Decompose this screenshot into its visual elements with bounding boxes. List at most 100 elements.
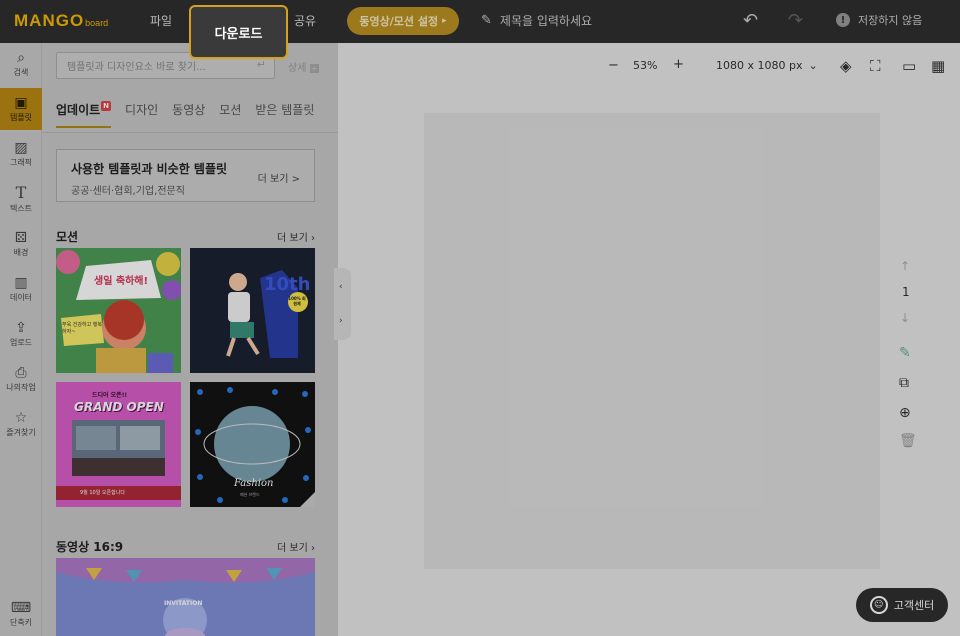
customer-center-button[interactable]: ☺ 고객센터 (856, 588, 948, 622)
panel-tabs: 업데이트 N 디자인 동영상 모션 받은 템플릿 (56, 101, 314, 128)
tab-design[interactable]: 디자인 (125, 101, 158, 128)
background-icon: ⚄ (14, 229, 28, 246)
fit-icon[interactable]: ▭ (902, 57, 916, 75)
thumb-grand-open-text: GRAND OPEN (74, 400, 164, 414)
upload-icon: ⇪ (15, 319, 27, 336)
rail-favorites[interactable]: ☆ 즐겨찾기 (0, 403, 42, 445)
title-input[interactable]: ✎ 제목을 입력하세요 (481, 12, 592, 29)
template-thumb-10th[interactable]: 10th 100% 회원제 (190, 248, 315, 373)
top-bar: MANGO board 파일 공유 동영상/모션 설정 ▸ ✎ 제목을 입력하세… (0, 0, 960, 43)
chevron-right-icon: › (311, 543, 315, 554)
chevron-right-icon: › (311, 233, 315, 244)
template-thumb-grand-open[interactable]: 드디어 오픈!! GRAND OPEN 9월 10일 오픈합니다 (56, 382, 181, 507)
thumb-fashion-sub: 패션 브랜드 (240, 492, 260, 497)
tab-divider (42, 132, 338, 133)
text-icon: T (15, 182, 27, 202)
thumb-grand-open-top: 드디어 오픈!! (92, 392, 128, 399)
motion-settings-button[interactable]: 동영상/모션 설정 ▸ (347, 7, 459, 35)
tab-received[interactable]: 받은 템플릿 (255, 101, 314, 128)
zoom-level[interactable]: 53% (633, 59, 657, 72)
save-status-label: 저장하지 않음 (858, 14, 923, 27)
more-link-video[interactable]: 더 보기 › (277, 539, 315, 554)
trash-icon[interactable]: 🗑 (899, 433, 917, 449)
star-icon: ☆ (14, 409, 28, 426)
anniversary-illustration (190, 248, 315, 373)
logo[interactable]: MANGO board (14, 11, 108, 31)
rail-label: 업로드 (9, 337, 33, 347)
magic-wand-icon[interactable]: ✎ (899, 345, 911, 361)
rail-label: 템플릿 (9, 112, 33, 122)
more-label: 더 보기 (277, 543, 308, 554)
detail-search-button[interactable]: 상세 + (288, 59, 319, 74)
rail-label: 텍스트 (9, 203, 33, 213)
page-up-icon[interactable]: ↑ (900, 259, 910, 273)
rail-text[interactable]: T 텍스트 (0, 178, 42, 220)
thumb-birthday-text: 생일 축하해! (94, 276, 149, 287)
grid-icon[interactable]: ▦ (931, 57, 945, 75)
rail-upload[interactable]: ⇪ 업로드 (0, 313, 42, 355)
rail-search[interactable]: ⌕ 검색 (0, 43, 42, 85)
template-thumb-birthday[interactable]: 생일 축하해! 쭈욱 건강하고 행복하자~ (56, 248, 181, 373)
logo-main: MANGO (14, 11, 85, 30)
birthday-illustration (56, 248, 181, 373)
thumb-birthday-sub: 쭈욱 건강하고 행복하자~ (62, 322, 102, 335)
thumb-fashion-text: Fashion (234, 478, 274, 489)
folder-icon: ⎙ (15, 364, 27, 381)
size-value: 1080 x 1080 px (716, 59, 803, 72)
add-page-icon[interactable]: ⊕ (899, 405, 911, 421)
page-down-icon[interactable]: ↓ (900, 311, 910, 325)
file-menu[interactable]: 파일 (150, 12, 172, 29)
template-thumb-invitation[interactable]: INVITATION (56, 558, 315, 636)
size-select[interactable]: 1080 x 1080 px ⌄ (716, 59, 818, 72)
pencil-icon: ✎ (481, 13, 492, 28)
template-thumb-fashion[interactable]: Fashion 패션 브랜드 (190, 382, 315, 507)
rail-shortcuts[interactable]: ⌨ 단축키 (0, 593, 42, 635)
rail-label: 단축키 (9, 617, 33, 627)
rail-label: 검색 (13, 67, 29, 77)
search-icon: ⌕ (17, 49, 25, 66)
layers-icon[interactable]: ◈ (840, 57, 852, 75)
more-label: 더 보기 (277, 233, 308, 244)
keyboard-icon: ⌨ (10, 599, 32, 616)
similar-more-link[interactable]: 더 보기 > (258, 170, 300, 185)
page-number: 1 (902, 285, 910, 299)
zoom-in-icon[interactable]: + (673, 57, 684, 72)
share-menu[interactable]: 공유 (294, 12, 316, 29)
tab-update[interactable]: 업데이트 N (56, 101, 112, 128)
new-badge: N (101, 101, 112, 111)
crop-icon[interactable]: ⛶ (870, 57, 881, 75)
rail-template[interactable]: ▣ 템플릿 (0, 88, 42, 130)
template-icon: ▣ (14, 94, 28, 111)
graphic-icon: ▨ (14, 139, 28, 156)
detail-label: 상세 (288, 63, 307, 74)
headset-icon: ☺ (869, 596, 888, 614)
duplicate-icon[interactable]: ⧉ (899, 375, 909, 391)
rail-my-work[interactable]: ⎙ 나의작업 (0, 358, 42, 400)
zoom-out-icon[interactable]: − (608, 58, 619, 73)
tab-motion[interactable]: 모션 (219, 101, 241, 128)
thumb-10th-text: 10th (264, 274, 311, 295)
chevron-left-icon[interactable]: ‹ (339, 282, 343, 292)
chevron-down-icon: ⌄ (808, 59, 818, 72)
chart-icon: ▥ (14, 274, 28, 291)
logo-sub: board (85, 18, 109, 28)
plus-box-icon: + (309, 64, 319, 73)
undo-icon[interactable]: ↶ (743, 10, 758, 31)
canvas-area: − 53% + 1080 x 1080 px ⌄ ◈ ⛶ ▭ ▦ ↑ 1 ↓ ✎… (338, 43, 960, 636)
design-canvas[interactable] (424, 113, 880, 569)
section-title-video: 동영상 16:9 (56, 540, 124, 554)
rail-label: 즐겨찾기 (6, 427, 36, 437)
redo-icon[interactable]: ↷ (788, 10, 803, 31)
thumb-invitation-text: INVITATION (164, 600, 203, 607)
rail-background[interactable]: ⚄ 배경 (0, 223, 42, 265)
panel-collapse-handle[interactable]: ‹ › (334, 268, 351, 340)
more-link-motion[interactable]: 더 보기 › (277, 229, 315, 244)
enter-icon[interactable]: ↵ (257, 58, 266, 71)
rail-data[interactable]: ▥ 데이터 (0, 268, 42, 310)
download-button[interactable]: 다운로드 (189, 5, 288, 59)
search-placeholder: 템플릿과 디자인요소 바로 찾기... (67, 62, 206, 73)
rail-graphic[interactable]: ▨ 그래픽 (0, 133, 42, 175)
chevron-right-icon[interactable]: › (339, 316, 343, 326)
similar-templates-card[interactable]: 사용한 템플릿과 비슷한 템플릿 공공·센터·협회,기업,전문직 더 보기 > (56, 149, 315, 202)
tab-video[interactable]: 동영상 (172, 101, 205, 128)
